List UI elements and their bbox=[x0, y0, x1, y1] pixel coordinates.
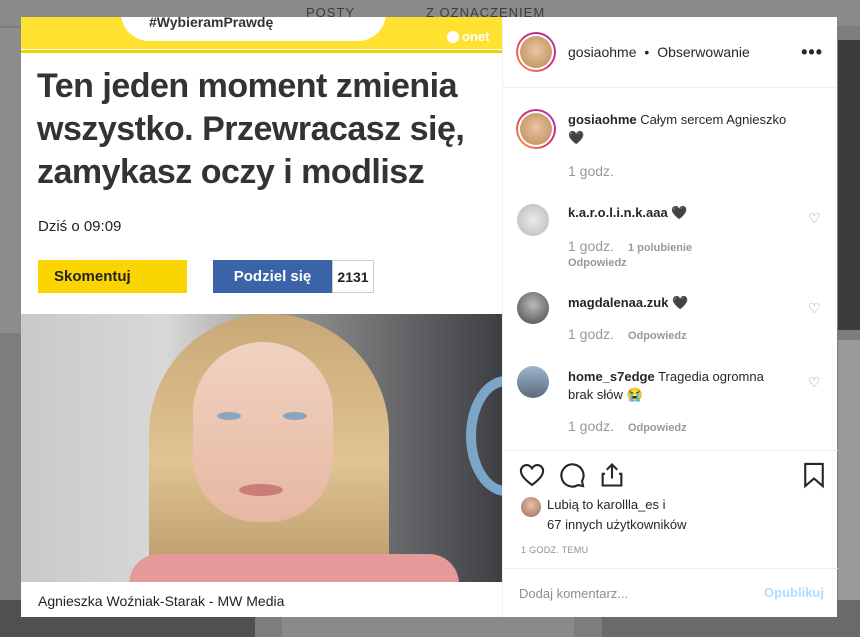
article-share-button: Podziel się bbox=[213, 260, 332, 293]
post-actions: Lubią to karollla_es i 67 innych użytkow… bbox=[503, 450, 838, 568]
comment-username[interactable]: home_s7edge bbox=[568, 369, 655, 384]
photo-eye-right bbox=[283, 412, 307, 420]
heart-icon[interactable] bbox=[518, 461, 546, 489]
follow-status-button[interactable]: Obserwowanie bbox=[657, 44, 750, 60]
comment-meta: 1 godz. bbox=[568, 163, 614, 179]
comment-body: gosiaohme Całym sercem Agnieszko 🖤 bbox=[568, 111, 788, 147]
comment-text: 🖤 bbox=[671, 205, 688, 220]
comment-body: home_s7edge Tragedia ogromna brak słów 😭 bbox=[568, 368, 778, 404]
photo-eye-left bbox=[217, 412, 241, 420]
post-modal: #WybieramPrawdę onet Ten jeden moment zm… bbox=[21, 17, 838, 617]
onet-header-stripe bbox=[21, 49, 502, 53]
hashtag-text: #WybieramPrawdę bbox=[149, 17, 274, 30]
background-thumbnail-right[interactable] bbox=[838, 40, 860, 330]
comment-item: k.a.r.o.l.i.n.k.aaa 🖤 ♡ 1 godz. 1 polubi… bbox=[517, 202, 822, 282]
comment-meta: 1 godz. Odpowiedz bbox=[568, 418, 687, 434]
likes-text: Lubią to karollla_es i 67 innych użytkow… bbox=[547, 495, 686, 535]
add-comment-bar: Opublikuj bbox=[503, 568, 838, 617]
likes-others-link[interactable]: 67 innych użytkowników bbox=[547, 517, 686, 532]
share-icon[interactable] bbox=[598, 461, 626, 489]
background-thumbnail-right-lower[interactable] bbox=[838, 340, 860, 600]
liker-avatar[interactable] bbox=[521, 497, 541, 517]
article-comment-button: Skomentuj bbox=[38, 260, 187, 293]
comment-reply-button[interactable]: Odpowiedz bbox=[568, 257, 627, 269]
liker-username[interactable]: karollla_es bbox=[597, 497, 659, 512]
comment-username[interactable]: magdalenaa.zuk bbox=[568, 295, 668, 310]
comment-item: gosiaohme Całym sercem Agnieszko 🖤 1 god… bbox=[516, 109, 822, 191]
comment-time[interactable]: 1 godz. bbox=[568, 238, 614, 254]
comment-time[interactable]: 1 godz. bbox=[568, 326, 614, 342]
post-image[interactable]: #WybieramPrawdę onet Ten jeden moment zm… bbox=[21, 17, 502, 617]
comment-meta: 1 godz. Odpowiedz bbox=[568, 326, 687, 342]
comment-avatar[interactable] bbox=[516, 109, 556, 149]
likes-summary: Lubią to karollla_es i 67 innych użytkow… bbox=[521, 495, 686, 535]
article-date: Dziś o 09:09 bbox=[38, 218, 122, 235]
comment-meta: 1 godz. 1 polubienie bbox=[568, 238, 692, 254]
comment-item: home_s7edge Tragedia ogromna brak słów 😭… bbox=[517, 366, 822, 436]
more-options-icon[interactable]: ••• bbox=[801, 42, 823, 63]
add-comment-input[interactable] bbox=[519, 581, 739, 605]
comment-time[interactable]: 1 godz. bbox=[568, 163, 614, 179]
comment-like-icon[interactable]: ♡ bbox=[808, 374, 822, 390]
background-thumbnail-left bbox=[0, 28, 22, 333]
bookmark-icon[interactable] bbox=[800, 461, 828, 489]
article-share-count: 2131 bbox=[332, 260, 374, 293]
comment-icon[interactable] bbox=[558, 461, 586, 489]
comment-username[interactable]: k.a.r.o.l.i.n.k.aaa bbox=[568, 205, 668, 220]
onet-logo-text: onet bbox=[462, 29, 490, 44]
header-separator: • bbox=[644, 44, 650, 60]
comment-likes-count[interactable]: 1 polubienie bbox=[628, 242, 692, 254]
likes-prefix: Lubią to bbox=[547, 497, 594, 512]
photo-background-shape bbox=[466, 376, 502, 496]
comment-time[interactable]: 1 godz. bbox=[568, 418, 614, 434]
comment-like-icon[interactable]: ♡ bbox=[808, 210, 822, 226]
author-username[interactable]: gosiaohme bbox=[568, 44, 637, 60]
onet-logo-dot-icon bbox=[447, 30, 459, 43]
comment-body: k.a.r.o.l.i.n.k.aaa 🖤 bbox=[568, 204, 788, 222]
onet-logo: onet bbox=[447, 29, 489, 44]
comment-avatar[interactable] bbox=[517, 204, 549, 236]
comment-like-icon[interactable]: ♡ bbox=[808, 300, 822, 316]
article-title: Ten jeden moment zmienia wszystko. Przew… bbox=[37, 67, 465, 191]
post-sidebar: gosiaohme • Obserwowanie ••• gosiaohme C… bbox=[502, 17, 838, 617]
comment-reply-button[interactable]: Odpowiedz bbox=[628, 422, 687, 434]
comment-avatar[interactable] bbox=[517, 292, 549, 324]
photo-lips bbox=[239, 484, 283, 496]
comment-avatar[interactable] bbox=[517, 366, 549, 398]
comment-item: magdalenaa.zuk 🖤 ♡ 1 godz. Odpowiedz bbox=[517, 292, 822, 352]
photo-caption: Agnieszka Woźniak-Starak - MW Media bbox=[38, 593, 285, 609]
publish-button[interactable]: Opublikuj bbox=[764, 585, 824, 600]
comment-username[interactable]: gosiaohme bbox=[568, 112, 637, 127]
likes-and: i bbox=[662, 497, 666, 512]
post-timestamp[interactable]: 1 GODZ. TEMU bbox=[521, 545, 588, 555]
comment-body: magdalenaa.zuk 🖤 bbox=[568, 294, 788, 312]
article-photo bbox=[21, 314, 502, 582]
comment-reply-button[interactable]: Odpowiedz bbox=[628, 330, 687, 342]
author-avatar[interactable] bbox=[516, 32, 556, 72]
comment-text: 🖤 bbox=[672, 295, 689, 310]
photo-jacket bbox=[129, 554, 459, 582]
comments-list[interactable]: gosiaohme Całym sercem Agnieszko 🖤 1 god… bbox=[503, 89, 838, 449]
post-header: gosiaohme • Obserwowanie ••• bbox=[503, 17, 837, 88]
author-info: gosiaohme • Obserwowanie bbox=[568, 44, 750, 60]
